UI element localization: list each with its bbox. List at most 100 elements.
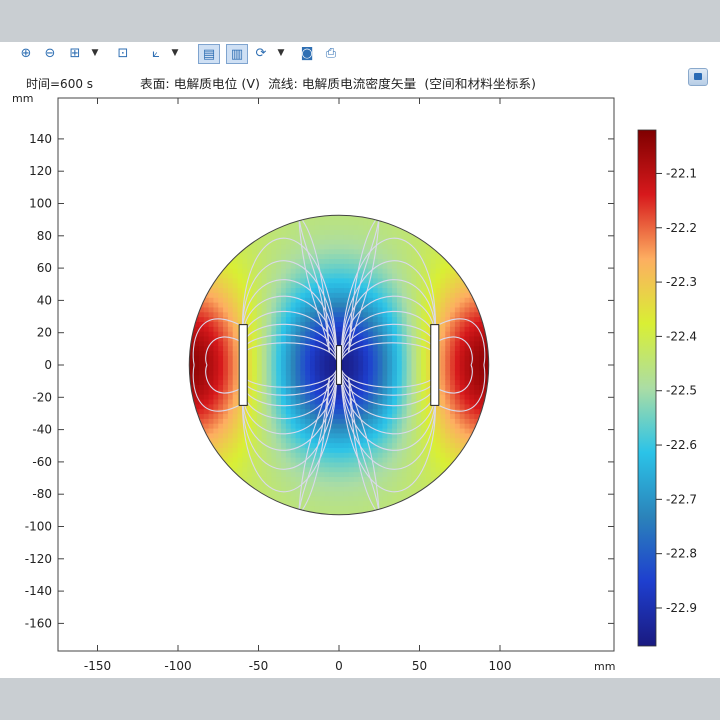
field-cell bbox=[198, 384, 205, 390]
field-cell bbox=[290, 408, 297, 415]
field-cell bbox=[343, 287, 350, 293]
field-cell bbox=[213, 311, 219, 318]
field-cell bbox=[256, 427, 263, 434]
field-cell bbox=[459, 374, 466, 381]
field-cell bbox=[411, 272, 417, 279]
field-cell bbox=[392, 297, 398, 303]
field-cell bbox=[459, 302, 466, 308]
field-cell bbox=[223, 292, 229, 298]
field-cell bbox=[329, 239, 335, 245]
field-cell bbox=[334, 248, 340, 255]
field-cell bbox=[392, 369, 398, 376]
field-cell bbox=[454, 432, 461, 439]
field-cell bbox=[285, 418, 292, 424]
field-cell bbox=[281, 437, 287, 444]
field-cell bbox=[459, 287, 466, 293]
field-cell bbox=[310, 365, 316, 371]
field-cell bbox=[237, 427, 243, 434]
field-cell bbox=[450, 331, 456, 337]
field-cell bbox=[396, 374, 403, 381]
field-cell bbox=[281, 398, 287, 405]
field-cell bbox=[261, 345, 268, 352]
field-cell bbox=[223, 394, 229, 400]
field-cell bbox=[281, 263, 287, 269]
field-cell bbox=[290, 248, 297, 255]
field-cell bbox=[392, 461, 398, 468]
field-cell bbox=[198, 379, 205, 385]
field-cell bbox=[227, 427, 234, 434]
field-cell bbox=[198, 360, 205, 366]
field-cell bbox=[324, 486, 330, 492]
field-cell bbox=[401, 408, 408, 415]
field-cell bbox=[396, 248, 403, 255]
field-cell bbox=[425, 258, 432, 264]
field-cell bbox=[261, 369, 268, 376]
field-cell bbox=[401, 360, 408, 366]
field-cell bbox=[266, 335, 272, 342]
field-cell bbox=[300, 277, 306, 284]
field-cell bbox=[256, 243, 263, 250]
field-cell bbox=[382, 282, 388, 289]
field-cell bbox=[459, 326, 466, 332]
field-cell bbox=[445, 331, 451, 337]
field-cell bbox=[435, 272, 442, 279]
field-cell bbox=[232, 413, 239, 419]
field-cell bbox=[450, 432, 456, 439]
field-cell bbox=[227, 268, 234, 274]
field-cell bbox=[396, 360, 403, 366]
field-cell bbox=[348, 505, 355, 511]
field-cell bbox=[377, 243, 384, 250]
field-cell bbox=[382, 287, 388, 293]
field-cell bbox=[271, 282, 277, 289]
field-cell bbox=[382, 423, 388, 429]
field-cell bbox=[421, 476, 427, 482]
field-cell bbox=[281, 340, 287, 347]
colorbar-tick-label: -22.2 bbox=[666, 221, 697, 235]
field-cell bbox=[440, 461, 446, 468]
field-cell bbox=[430, 263, 437, 269]
field-cell bbox=[324, 365, 330, 371]
field-cell bbox=[464, 355, 471, 361]
field-cell bbox=[363, 476, 369, 482]
field-cell bbox=[348, 268, 355, 274]
field-cell bbox=[367, 365, 374, 371]
field-cell bbox=[276, 442, 282, 448]
field-cell bbox=[232, 437, 239, 444]
field-cell bbox=[271, 379, 277, 385]
field-cell bbox=[266, 490, 272, 497]
field-cell bbox=[256, 447, 263, 453]
field-cell bbox=[348, 272, 355, 279]
field-cell bbox=[377, 418, 384, 424]
field-cell bbox=[285, 229, 292, 235]
field-cell bbox=[401, 321, 408, 327]
field-cell bbox=[261, 452, 268, 458]
field-cell bbox=[276, 481, 282, 487]
field-cell bbox=[416, 447, 422, 453]
field-cell bbox=[387, 495, 393, 502]
field-cell bbox=[281, 403, 287, 410]
field-cell bbox=[479, 369, 485, 376]
field-cell bbox=[290, 500, 297, 507]
field-cell bbox=[232, 418, 239, 424]
field-cell bbox=[281, 335, 287, 342]
field-cell bbox=[213, 432, 219, 439]
field-cell bbox=[440, 457, 446, 463]
field-cell bbox=[203, 413, 210, 419]
field-cell bbox=[339, 408, 345, 415]
field-cell bbox=[218, 365, 224, 371]
field-cell bbox=[416, 321, 422, 327]
field-cell bbox=[450, 277, 456, 284]
field-cell bbox=[329, 500, 335, 507]
field-cell bbox=[324, 471, 330, 478]
field-cell bbox=[256, 263, 263, 269]
field-cell bbox=[266, 466, 272, 473]
field-cell bbox=[285, 476, 292, 482]
field-cell bbox=[382, 442, 388, 448]
field-cell bbox=[343, 437, 350, 444]
field-cell bbox=[396, 345, 403, 352]
field-cell bbox=[382, 461, 388, 468]
field-cell bbox=[319, 490, 326, 497]
field-cell bbox=[242, 466, 248, 473]
field-cell bbox=[305, 239, 311, 245]
field-cell bbox=[339, 297, 345, 303]
